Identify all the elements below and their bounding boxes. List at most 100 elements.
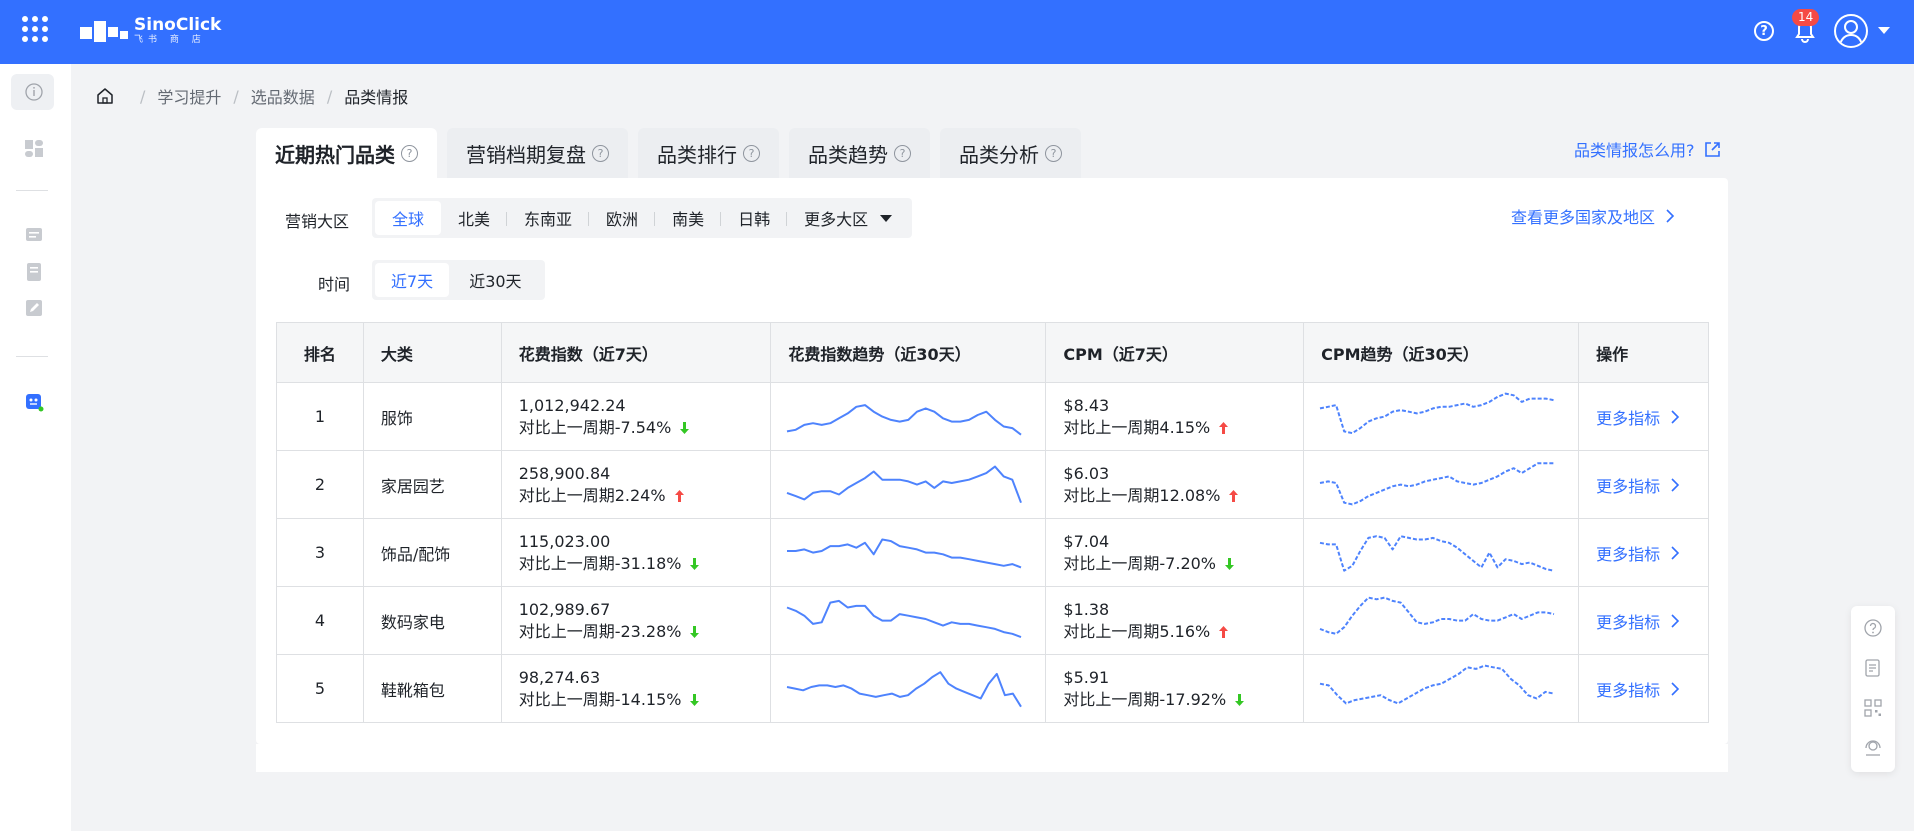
time-30-days[interactable]: 近30天 [449,263,541,297]
actions-cell: 更多指标 [1578,382,1709,451]
sidebar-divider [16,190,48,191]
tab-hot-categories[interactable]: 近期热门品类? [256,128,437,178]
time-7-days[interactable]: 近7天 [375,263,450,297]
cpm-change-line: 对比上一周期-17.92% [1063,689,1303,711]
tab-label: 品类趋势 [808,142,888,167]
help-circle-icon[interactable] [1863,618,1883,638]
region-global[interactable]: 全球 [375,201,442,235]
region-southeast-asia[interactable]: 东南亚 [507,201,590,235]
col-cpm-trend: CPM趋势（近30天） [1303,322,1580,383]
more-metrics-link[interactable]: 更多指标 [1596,609,1680,633]
spend-trend-chart [787,465,1023,503]
actions-cell: 更多指标 [1578,450,1709,519]
tab-category-ranking[interactable]: 品类排行? [638,128,779,178]
card-footer [256,744,1728,772]
more-metrics-link[interactable]: 更多指标 [1596,541,1680,565]
edit-icon[interactable] [24,298,44,318]
howto-link[interactable]: 品类情报怎么用? [1574,137,1721,161]
app-grid-icon[interactable] [22,16,48,42]
breadcrumb-product-data[interactable]: 选品数据 [251,84,315,108]
trend-line [1319,664,1555,704]
sidebar [0,64,71,831]
data-app-icon[interactable] [24,392,44,412]
spend-cell: 115,023.00 对比上一周期-31.18% [500,518,772,587]
table-row: 5 鞋靴箱包 98,274.63 对比上一周期-14.15% $5.91 对比上一周期-1… [276,654,1709,723]
more-countries-link[interactable]: 查看更多国家及地区 [1511,204,1675,228]
spend-trend-cell [770,586,1047,655]
category-cell: 饰品/配饰 [362,518,502,587]
trend-down-arrow-icon [690,557,700,570]
spend-change-line: 对比上一周期-14.15% [519,689,771,711]
user-icon [1839,20,1863,45]
rank-cell: 3 [276,518,364,587]
cpm-cell: $7.04 对比上一周期-7.20% [1045,518,1305,587]
category-table: 排名 大类 花费指数（近7天） 花费指数趋势（近30天） CPM（近7天） CP… [276,322,1709,723]
tab-category-trend[interactable]: 品类趋势? [789,128,930,178]
trend-up-arrow-icon [1229,489,1239,502]
help-icon[interactable]: ? [1754,21,1774,41]
more-metrics-link[interactable]: 更多指标 [1596,405,1680,429]
region-europe[interactable]: 欧洲 [589,201,656,235]
cpm-trend-cell [1303,450,1580,519]
region-japan-korea[interactable]: 日韩 [721,201,788,235]
more-metrics-link[interactable]: 更多指标 [1596,473,1680,497]
help-circle-icon[interactable]: ? [401,144,418,162]
region-selector: 全球 北美 东南亚 欧洲 南美 日韩 更多大区 [372,198,913,238]
spend-change: 对比上一周期2.24% [518,485,666,505]
cpm-cell: $1.38 对比上一周期5.16% [1045,586,1305,655]
help-circle-icon[interactable]: ? [894,144,911,162]
trend-down-arrow-icon [1235,693,1245,706]
tab-campaign-review[interactable]: 营销档期复盘? [447,128,628,178]
help-circle-icon[interactable]: ? [743,144,760,162]
chevron-right-icon [1671,545,1680,560]
actions-cell: 更多指标 [1578,518,1709,587]
more-regions-dropdown[interactable]: 更多大区 [787,201,909,235]
document-icon[interactable] [24,262,44,282]
home-icon[interactable] [96,87,114,105]
region-north-america[interactable]: 北美 [441,201,508,235]
cpm-trend-chart [1319,596,1555,635]
cpm-cell: $6.03 对比上一周期12.08% [1045,450,1305,519]
logo[interactable]: SinoClick 飞书 商 店 [80,17,221,45]
more-metrics-text: 更多指标 [1596,612,1661,632]
spend-trend-cell [770,654,1047,723]
help-circle-icon[interactable]: ? [1045,144,1062,162]
actions-cell: 更多指标 [1578,654,1709,723]
actions-cell: 更多指标 [1578,586,1709,655]
spend-change-line: 对比上一周期-23.28% [519,621,771,643]
spend-cell: 1,012,942.24 对比上一周期-7.54% [500,382,772,451]
logo-mark-icon [80,21,128,42]
trend-up-arrow-icon [1219,421,1229,434]
user-avatar[interactable] [1834,14,1868,48]
more-metrics-text: 更多指标 [1596,544,1661,564]
tab-category-analysis[interactable]: 品类分析? [940,128,1081,178]
region-south-america[interactable]: 南美 [655,201,722,235]
chevron-right-icon [1671,409,1680,424]
qr-code-icon[interactable] [1863,698,1883,718]
spend-trend-cell [770,450,1047,519]
more-metrics-text: 更多指标 [1596,476,1661,496]
cpm-value: $6.03 [1063,463,1110,483]
info-icon[interactable] [24,82,44,102]
category-cell: 鞋靴箱包 [362,654,502,723]
region-label-text: 南美 [672,210,705,229]
cpm-trend-cell [1303,586,1580,655]
trend-down-arrow-icon [690,693,700,706]
dashboard-icon[interactable] [24,138,44,158]
region-label-text: 东南亚 [524,210,573,229]
more-metrics-link[interactable]: 更多指标 [1596,677,1680,701]
chat-icon[interactable] [24,226,44,246]
help-circle-icon[interactable]: ? [592,144,609,162]
customer-service-icon[interactable] [1863,738,1883,758]
time-option-text: 近30天 [469,272,522,291]
caret-down-icon [880,214,893,222]
chevron-right-icon [1671,477,1680,492]
account-dropdown-icon[interactable] [1878,27,1890,34]
breadcrumb-learn[interactable]: 学习提升 [157,84,221,108]
top-navbar: SinoClick 飞书 商 店 ? 14 [0,0,1914,64]
cpm-value: $1.38 [1063,599,1110,619]
region-divider [786,212,788,226]
notes-icon[interactable] [1863,658,1883,678]
trend-up-arrow-icon [674,489,684,502]
sidebar-divider [16,356,48,357]
